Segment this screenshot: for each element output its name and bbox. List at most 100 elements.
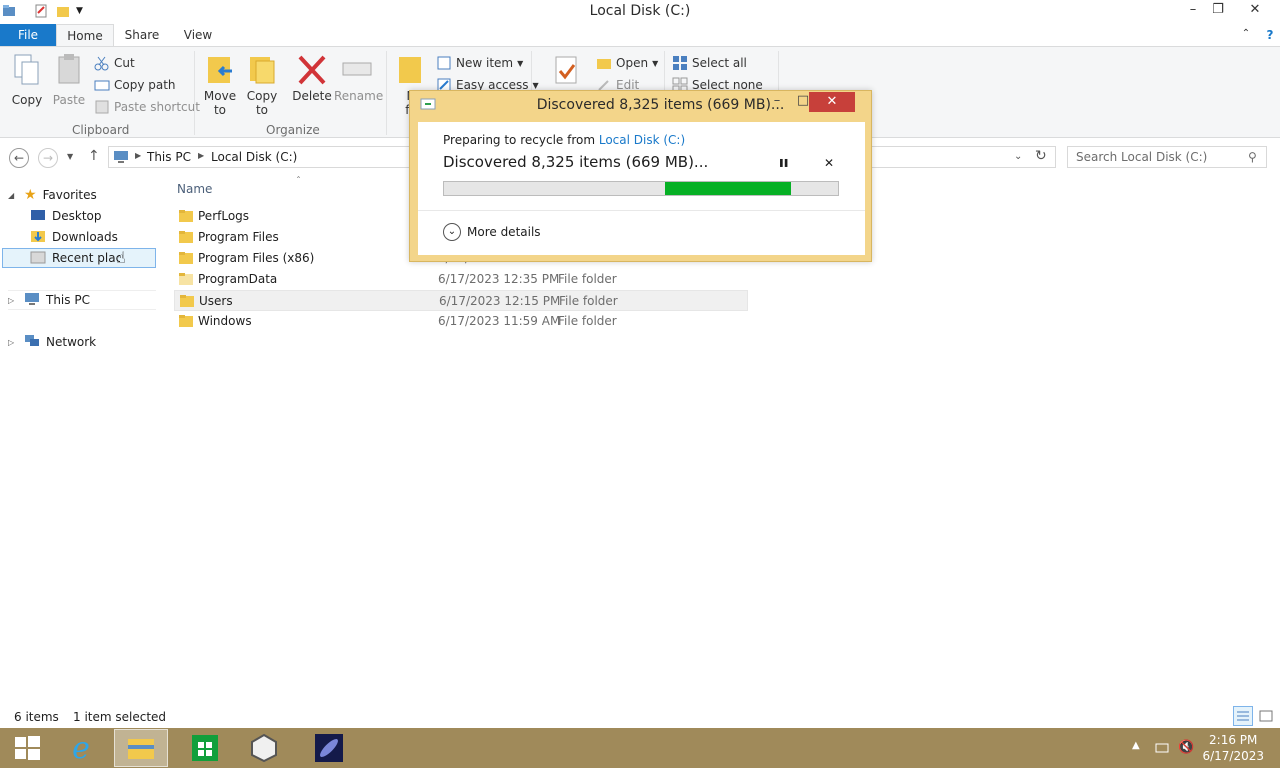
- new-item-icon: [436, 55, 452, 71]
- address-dropdown-icon[interactable]: ⌄: [1014, 151, 1022, 162]
- network-icon: [24, 334, 40, 351]
- select-all-button[interactable]: Select all: [672, 53, 747, 73]
- file-date: 6/17/2023 11:59 AM: [438, 314, 561, 328]
- move-to-label-2: to: [213, 103, 227, 117]
- network-tray-icon[interactable]: [1154, 740, 1170, 759]
- search-placeholder: Search Local Disk (C:): [1076, 150, 1208, 164]
- nav-desktop-label: Desktop: [52, 209, 102, 223]
- move-to-label: Move: [203, 89, 237, 103]
- app-taskbar-button[interactable]: [237, 729, 291, 767]
- file-date: 6/17/2023 12:35 PM: [438, 272, 560, 286]
- new-item-button[interactable]: New item ▼: [436, 53, 523, 73]
- clock[interactable]: 2:16 PM 6/17/2023: [1202, 732, 1264, 764]
- folder-icon: [178, 314, 194, 328]
- minimize-button[interactable]: –: [1180, 2, 1206, 22]
- cancel-operation-button[interactable]: ✕: [824, 156, 834, 170]
- source-location-link[interactable]: Local Disk (C:): [599, 133, 685, 147]
- file-row[interactable]: ProgramData 6/17/2023 12:35 PM File folder: [174, 269, 748, 290]
- recent-locations-icon[interactable]: ▼: [67, 152, 73, 161]
- close-button[interactable]: ✕: [1242, 2, 1268, 22]
- computer-icon: [113, 150, 129, 167]
- more-details-toggle[interactable]: ⌄ More details: [443, 223, 541, 241]
- nav-this-pc[interactable]: ▷ This PC: [8, 290, 156, 310]
- galaxy-icon: [315, 734, 343, 762]
- tab-file[interactable]: File: [0, 24, 56, 47]
- nav-downloads[interactable]: Downloads: [30, 227, 118, 247]
- start-button[interactable]: [0, 729, 54, 767]
- open-button[interactable]: Open ▼: [596, 53, 658, 73]
- file-explorer-icon: [128, 739, 154, 759]
- paste-shortcut-button[interactable]: Paste shortcut: [94, 97, 200, 117]
- delete-x-icon: [296, 53, 328, 87]
- folder-icon: [178, 251, 194, 265]
- paste-label: Paste: [52, 93, 86, 107]
- copy-button[interactable]: Copy: [8, 53, 46, 107]
- selection-count: 1 item selected: [73, 710, 167, 724]
- delete-label: Delete: [292, 89, 332, 103]
- galaxy-app-taskbar-button[interactable]: [302, 729, 356, 767]
- dialog-close-button[interactable]: ✕: [809, 92, 855, 112]
- forward-button[interactable]: →: [38, 148, 58, 168]
- collapsed-arrow-icon[interactable]: ▷: [8, 296, 18, 305]
- collapse-ribbon-icon[interactable]: ⌃: [1238, 24, 1254, 47]
- search-input[interactable]: Search Local Disk (C:) ⚲: [1067, 146, 1267, 168]
- nav-desktop[interactable]: Desktop: [30, 206, 102, 226]
- collapsed-arrow-icon[interactable]: ▷: [8, 338, 18, 347]
- breadcrumb-separator-icon[interactable]: ▶: [198, 151, 204, 160]
- desktop-icon: [30, 208, 46, 225]
- breadcrumb-local-disk[interactable]: Local Disk (C:): [211, 150, 297, 164]
- more-details-label: More details: [467, 225, 541, 239]
- file-row[interactable]: Users 6/17/2023 12:15 PM File folder: [174, 290, 748, 311]
- delete-button[interactable]: Delete: [292, 53, 332, 103]
- properties-button[interactable]: [546, 53, 586, 87]
- downloads-icon: [30, 229, 46, 246]
- rename-button[interactable]: Rename: [334, 53, 383, 103]
- nav-recent-places[interactable]: Recent places: [2, 248, 156, 268]
- breadcrumb-separator-icon[interactable]: ▶: [135, 151, 141, 160]
- paste-icon: [53, 53, 85, 87]
- select-all-label: Select all: [692, 56, 747, 70]
- window-title: Local Disk (C:): [589, 3, 691, 19]
- folder-icon: [179, 294, 195, 308]
- nav-network[interactable]: ▷ Network: [8, 332, 96, 352]
- volume-muted-icon[interactable]: 🔇: [1178, 740, 1194, 755]
- internet-explorer-taskbar-button[interactable]: e: [54, 729, 108, 767]
- nav-favorites[interactable]: ◢ ★ Favorites: [8, 185, 97, 205]
- refresh-icon[interactable]: ↻: [1035, 148, 1047, 164]
- nav-favorites-label: Favorites: [42, 188, 97, 202]
- cut-button[interactable]: Cut: [94, 53, 135, 73]
- tab-home[interactable]: Home: [56, 24, 114, 47]
- breadcrumb-this-pc[interactable]: This PC: [147, 150, 191, 164]
- show-hidden-icons-icon[interactable]: ▲: [1132, 740, 1140, 751]
- expanded-arrow-icon[interactable]: ◢: [8, 191, 18, 200]
- folder-icon: [178, 209, 194, 223]
- large-icons-view-icon[interactable]: [1258, 708, 1274, 727]
- preparing-text: Preparing to recycle from Local Disk (C:…: [443, 133, 685, 147]
- maximize-button[interactable]: ❐: [1205, 2, 1231, 22]
- windows-logo-icon: [15, 736, 40, 760]
- copy-path-button[interactable]: Copy path: [94, 75, 176, 95]
- progress-bar-fill: [665, 182, 791, 195]
- search-icon[interactable]: ⚲: [1248, 150, 1257, 164]
- copy-path-icon: [94, 77, 110, 93]
- file-row[interactable]: Windows 6/17/2023 11:59 AM File folder: [174, 311, 748, 332]
- help-icon[interactable]: ?: [1262, 24, 1278, 47]
- move-to-icon: [204, 53, 236, 87]
- clipboard-group-label: Clipboard: [72, 123, 130, 137]
- copy-to-button[interactable]: Copy to: [244, 53, 280, 117]
- store-taskbar-button[interactable]: [178, 729, 232, 767]
- tab-view[interactable]: View: [174, 24, 222, 47]
- up-button[interactable]: ↑: [88, 148, 100, 164]
- folder-icon: [178, 230, 194, 244]
- column-header-name[interactable]: Name: [177, 182, 212, 196]
- expand-chevron-icon: ⌄: [443, 223, 461, 241]
- details-view-icon[interactable]: [1233, 706, 1253, 726]
- move-to-button[interactable]: Move to: [202, 53, 238, 117]
- back-button[interactable]: ←: [9, 148, 29, 168]
- dialog-minimize-button[interactable]: –: [767, 93, 787, 108]
- pause-button[interactable]: ❚❚: [778, 158, 789, 167]
- preparing-prefix: Preparing to recycle from: [443, 133, 599, 147]
- paste-button[interactable]: Paste: [50, 53, 88, 107]
- file-explorer-taskbar-button[interactable]: [114, 729, 168, 767]
- tab-share[interactable]: Share: [118, 24, 166, 47]
